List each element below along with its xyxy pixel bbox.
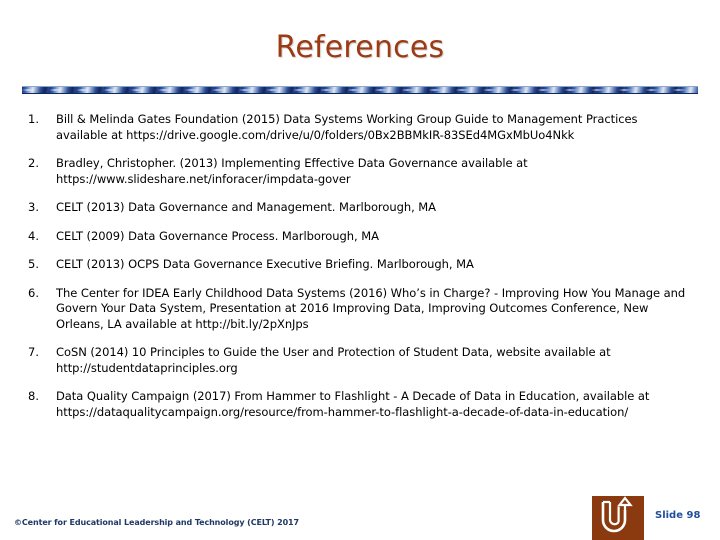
celt-logo — [592, 496, 644, 540]
list-item-number: 3. — [28, 200, 39, 214]
list-item: 7. CoSN (2014) 10 Principles to Guide th… — [28, 345, 688, 376]
decorative-divider — [22, 86, 698, 94]
list-item: 8. Data Quality Campaign (2017) From Ham… — [28, 389, 688, 420]
slide-references: References 1. Bill & Melinda Gates Found… — [0, 0, 720, 540]
list-item: 4. CELT (2009) Data Governance Process. … — [28, 229, 688, 245]
references-list: 1. Bill & Melinda Gates Foundation (2015… — [28, 112, 688, 433]
list-item-text: CELT (2013) Data Governance and Manageme… — [56, 200, 436, 214]
list-item: 3. CELT (2013) Data Governance and Manag… — [28, 200, 688, 216]
list-item-text: CoSN (2014) 10 Principles to Guide the U… — [56, 345, 611, 375]
list-item: 1. Bill & Melinda Gates Foundation (2015… — [28, 112, 688, 143]
u-turn-arrow-icon — [601, 496, 633, 533]
list-item-text: Data Quality Campaign (2017) From Hammer… — [56, 389, 650, 419]
list-item-number: 5. — [28, 257, 39, 271]
list-item: 5. CELT (2013) OCPS Data Governance Exec… — [28, 257, 688, 273]
page-title: References — [275, 30, 445, 65]
copyright-text: ©Center for Educational Leadership and T… — [14, 518, 299, 527]
list-item-text: The Center for IDEA Early Childhood Data… — [56, 285, 686, 331]
list-item-text: Bradley, Christopher. (2013) Implementin… — [56, 156, 528, 186]
slide-number: Slide 98 — [655, 510, 701, 521]
list-item-number: 6. — [28, 285, 39, 300]
list-item-number: 1. — [28, 112, 39, 126]
list-item-number: 2. — [28, 156, 39, 170]
list-item-text: CELT (2009) Data Governance Process. Mar… — [56, 228, 379, 243]
list-item-number: 4. — [28, 228, 39, 243]
list-item-number: 7. — [28, 345, 39, 359]
list-item: 2. Bradley, Christopher. (2013) Implemen… — [28, 156, 688, 187]
list-item-number: 8. — [28, 389, 39, 403]
list-item-text: Bill & Melinda Gates Foundation (2015) D… — [56, 112, 638, 142]
list-item-text: CELT (2013) OCPS Data Governance Executi… — [56, 257, 474, 271]
list-item: 6. The Center for IDEA Early Childhood D… — [28, 286, 688, 333]
